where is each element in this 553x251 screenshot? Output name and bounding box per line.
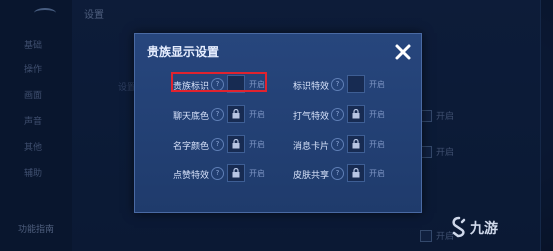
help-icon[interactable]: ? bbox=[211, 108, 224, 121]
lock-icon bbox=[232, 109, 240, 119]
watermark-logo-icon bbox=[452, 216, 466, 238]
lock-icon bbox=[232, 168, 240, 178]
locked-toggle-box[interactable] bbox=[347, 105, 365, 123]
locked-toggle-box[interactable] bbox=[347, 164, 365, 182]
noble-display-settings-dialog: 贵族显示设置 贵族标识 ? 开启 聊天底色 ? 开启 名字颜色 ? 开启 点赞特… bbox=[134, 33, 422, 213]
setting-label: 消息卡片 bbox=[292, 142, 329, 152]
setting-label: 点赞特效 bbox=[172, 171, 209, 181]
watermark-text: 九游 bbox=[470, 221, 498, 237]
setting-cheer-effect[interactable]: 打气特效 ? 开启 bbox=[285, 105, 405, 123]
setting-state: 开启 bbox=[369, 140, 385, 149]
locked-toggle-box[interactable] bbox=[227, 164, 245, 182]
help-icon[interactable]: ? bbox=[331, 167, 344, 180]
highlight-box bbox=[171, 72, 267, 92]
lock-icon bbox=[352, 139, 360, 149]
help-icon[interactable]: ? bbox=[211, 138, 224, 151]
setting-state: 开启 bbox=[249, 169, 265, 178]
help-icon[interactable]: ? bbox=[211, 167, 224, 180]
setting-state: 开启 bbox=[369, 169, 385, 178]
lock-icon bbox=[352, 168, 360, 178]
help-icon[interactable]: ? bbox=[331, 108, 344, 121]
setting-label: 聊天底色 bbox=[172, 112, 209, 122]
close-icon[interactable] bbox=[393, 42, 413, 62]
locked-toggle-box[interactable] bbox=[227, 105, 245, 123]
lock-icon bbox=[232, 139, 240, 149]
locked-toggle-box[interactable] bbox=[227, 135, 245, 153]
setting-skin-share[interactable]: 皮肤共享 ? 开启 bbox=[285, 164, 405, 182]
locked-toggle-box[interactable] bbox=[347, 135, 365, 153]
setting-like-effect[interactable]: 点赞特效 ? 开启 bbox=[165, 164, 275, 182]
help-icon[interactable]: ? bbox=[331, 78, 344, 91]
lock-icon bbox=[352, 109, 360, 119]
help-icon[interactable]: ? bbox=[331, 138, 344, 151]
setting-label: 名字颜色 bbox=[172, 142, 209, 152]
setting-state: 开启 bbox=[369, 110, 385, 119]
dialog-title: 贵族显示设置 bbox=[147, 45, 220, 59]
setting-label: 打气特效 bbox=[292, 112, 329, 122]
setting-chat-background[interactable]: 聊天底色 ? 开启 bbox=[165, 105, 275, 123]
setting-state: 开启 bbox=[249, 140, 265, 149]
setting-name-color[interactable]: 名字颜色 ? 开启 bbox=[165, 135, 275, 153]
setting-state: 开启 bbox=[369, 80, 385, 89]
setting-message-card[interactable]: 消息卡片 ? 开启 bbox=[285, 135, 405, 153]
toggle-box[interactable] bbox=[347, 75, 365, 93]
setting-label: 皮肤共享 bbox=[292, 171, 329, 181]
setting-label: 标识特效 bbox=[292, 82, 329, 92]
setting-state: 开启 bbox=[249, 110, 265, 119]
setting-badge-effect[interactable]: 标识特效 ? 开启 bbox=[285, 75, 405, 93]
